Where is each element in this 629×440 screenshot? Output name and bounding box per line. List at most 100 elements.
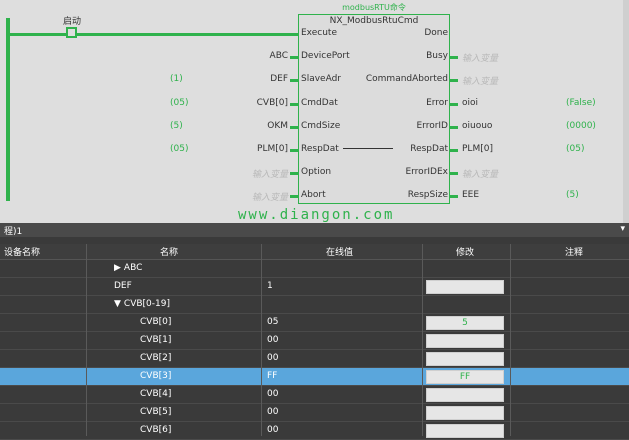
watch-table: 设备名称 名称 在线值 修改 注释 ▶ ABC DEF 1 ▼ CVB[0-19] CVB[… — [0, 244, 629, 440]
modify-input[interactable] — [426, 406, 504, 420]
col-divider — [422, 244, 423, 436]
modify-input[interactable]: 5 — [426, 316, 504, 330]
output-variable[interactable]: 输入变量 — [462, 51, 498, 64]
row-name: DEF — [114, 281, 132, 291]
table-row[interactable]: CVB[0] 05 5 — [0, 314, 629, 332]
output-monitor-value: (5) — [566, 190, 579, 200]
table-row[interactable]: CVB[2] 00 — [0, 350, 629, 368]
fb-output-pin: RespSize — [407, 190, 448, 200]
input-stub — [290, 79, 298, 82]
output-stub — [450, 126, 458, 129]
fb-output-pin: Done — [424, 28, 448, 38]
fb-input-pin: Execute — [301, 28, 337, 38]
table-header: 设备名称 名称 在线值 修改 注释 — [0, 244, 629, 260]
col-divider — [510, 244, 511, 436]
table-row[interactable]: CVB[4] 00 — [0, 386, 629, 404]
table-row[interactable]: CVB[1] 00 — [0, 332, 629, 350]
contact-label: 启动 — [63, 17, 82, 27]
output-variable[interactable]: EEE — [462, 190, 479, 200]
modify-input[interactable] — [426, 388, 504, 402]
fb-input-pin: CmdDat — [301, 98, 338, 108]
online-value: 00 — [267, 389, 279, 399]
output-stub — [450, 172, 458, 175]
output-stub — [450, 56, 458, 59]
output-variable[interactable]: 输入变量 — [462, 167, 498, 180]
output-variable[interactable]: 输入变量 — [462, 74, 498, 87]
row-name: CVB[0] — [140, 317, 172, 327]
modify-input[interactable] — [426, 334, 504, 348]
watch-tab-bar: 程)1 ▾ — [0, 223, 629, 237]
online-value: 1 — [267, 281, 273, 291]
row-name: CVB[4] — [140, 389, 172, 399]
table-row[interactable]: ▶ ABC — [0, 260, 629, 278]
output-stub — [450, 195, 458, 198]
output-variable[interactable]: oiuouo — [462, 121, 492, 131]
input-stub — [290, 195, 298, 198]
col-header-modify[interactable]: 修改 — [456, 245, 474, 258]
fb-input-pin: Abort — [301, 190, 326, 200]
tab-menu-icon[interactable]: ▾ — [620, 224, 625, 234]
fb-output-pin: CommandAborted — [365, 74, 448, 84]
fb-input-pin: Option — [301, 167, 332, 177]
fb-input-pin: SlaveAdr — [301, 74, 342, 84]
fb-output-pin: Busy — [426, 51, 448, 61]
input-variable[interactable]: 输入变量 — [252, 167, 288, 180]
row-name: CVB[5] — [140, 407, 172, 417]
fb-output-pin: ErrorIDEx — [405, 167, 448, 177]
table-row[interactable]: CVB[5] 00 — [0, 404, 629, 422]
expand-icon[interactable]: ▶ — [114, 263, 121, 273]
vertical-scrollbar[interactable] — [623, 0, 629, 223]
input-monitor-value: (05) — [170, 144, 189, 154]
fb-output-pin: Error — [426, 98, 448, 108]
modify-input[interactable]: FF — [426, 370, 504, 384]
input-monitor-value: (05) — [170, 98, 189, 108]
fb-type-name: NX_ModbusRtuCmd — [329, 16, 419, 26]
input-variable[interactable]: OKM — [267, 121, 288, 131]
row-name: CVB[3] — [140, 371, 172, 381]
rung-wire — [10, 33, 298, 36]
col-header-device[interactable]: 设备名称 — [4, 245, 40, 258]
online-value: 00 — [267, 425, 279, 435]
input-monitor-value: (5) — [170, 121, 183, 131]
input-variable[interactable]: ABC — [270, 51, 288, 61]
table-row[interactable]: CVB[3] FF FF — [0, 368, 629, 386]
online-value: 05 — [267, 317, 279, 327]
table-row[interactable]: CVB[6] 00 — [0, 422, 629, 440]
online-value: 00 — [267, 407, 279, 417]
fb-output-pin: RespDat — [410, 144, 448, 154]
output-stub — [450, 149, 458, 152]
col-divider — [86, 244, 87, 436]
watermark: www.diangon.com — [238, 207, 395, 223]
input-monitor-value: (1) — [170, 74, 183, 84]
modify-input[interactable] — [426, 280, 504, 294]
input-variable[interactable]: PLM[0] — [257, 144, 288, 154]
input-stub — [290, 172, 298, 175]
modify-input[interactable] — [426, 352, 504, 366]
output-monitor-value: (05) — [566, 144, 585, 154]
collapse-icon[interactable]: ▼ — [114, 299, 121, 309]
input-stub — [290, 126, 298, 129]
row-name: ABC — [123, 263, 143, 273]
col-header-online-value[interactable]: 在线值 — [326, 245, 353, 258]
table-row[interactable]: DEF 1 — [0, 278, 629, 296]
output-variable[interactable]: PLM[0] — [462, 144, 493, 154]
input-variable[interactable]: DEF — [270, 74, 288, 84]
col-header-name[interactable]: 名称 — [160, 245, 178, 258]
row-name: CVB[2] — [140, 353, 172, 363]
col-header-comment[interactable]: 注释 — [565, 245, 583, 258]
fb-input-pin: CmdSize — [301, 121, 341, 131]
output-variable[interactable]: oioi — [462, 98, 478, 108]
input-variable[interactable]: 输入变量 — [252, 190, 288, 203]
fb-input-pin: DevicePort — [301, 51, 350, 61]
input-stub — [290, 103, 298, 106]
ladder-editor[interactable]: 启动 modbusRTU命令 NX_ModbusRtuCmd Execute De… — [0, 0, 629, 223]
output-monitor-value: (0000) — [566, 121, 596, 131]
fb-output-pin: ErrorID — [416, 121, 448, 131]
input-variable[interactable]: CVB[0] — [257, 98, 288, 108]
col-divider — [261, 244, 262, 436]
table-row[interactable]: ▼ CVB[0-19] — [0, 296, 629, 314]
start-contact[interactable] — [66, 27, 77, 38]
online-value: 00 — [267, 335, 279, 345]
row-name: CVB[6] — [140, 425, 172, 435]
watch-tab[interactable]: 程)1 — [4, 224, 22, 237]
